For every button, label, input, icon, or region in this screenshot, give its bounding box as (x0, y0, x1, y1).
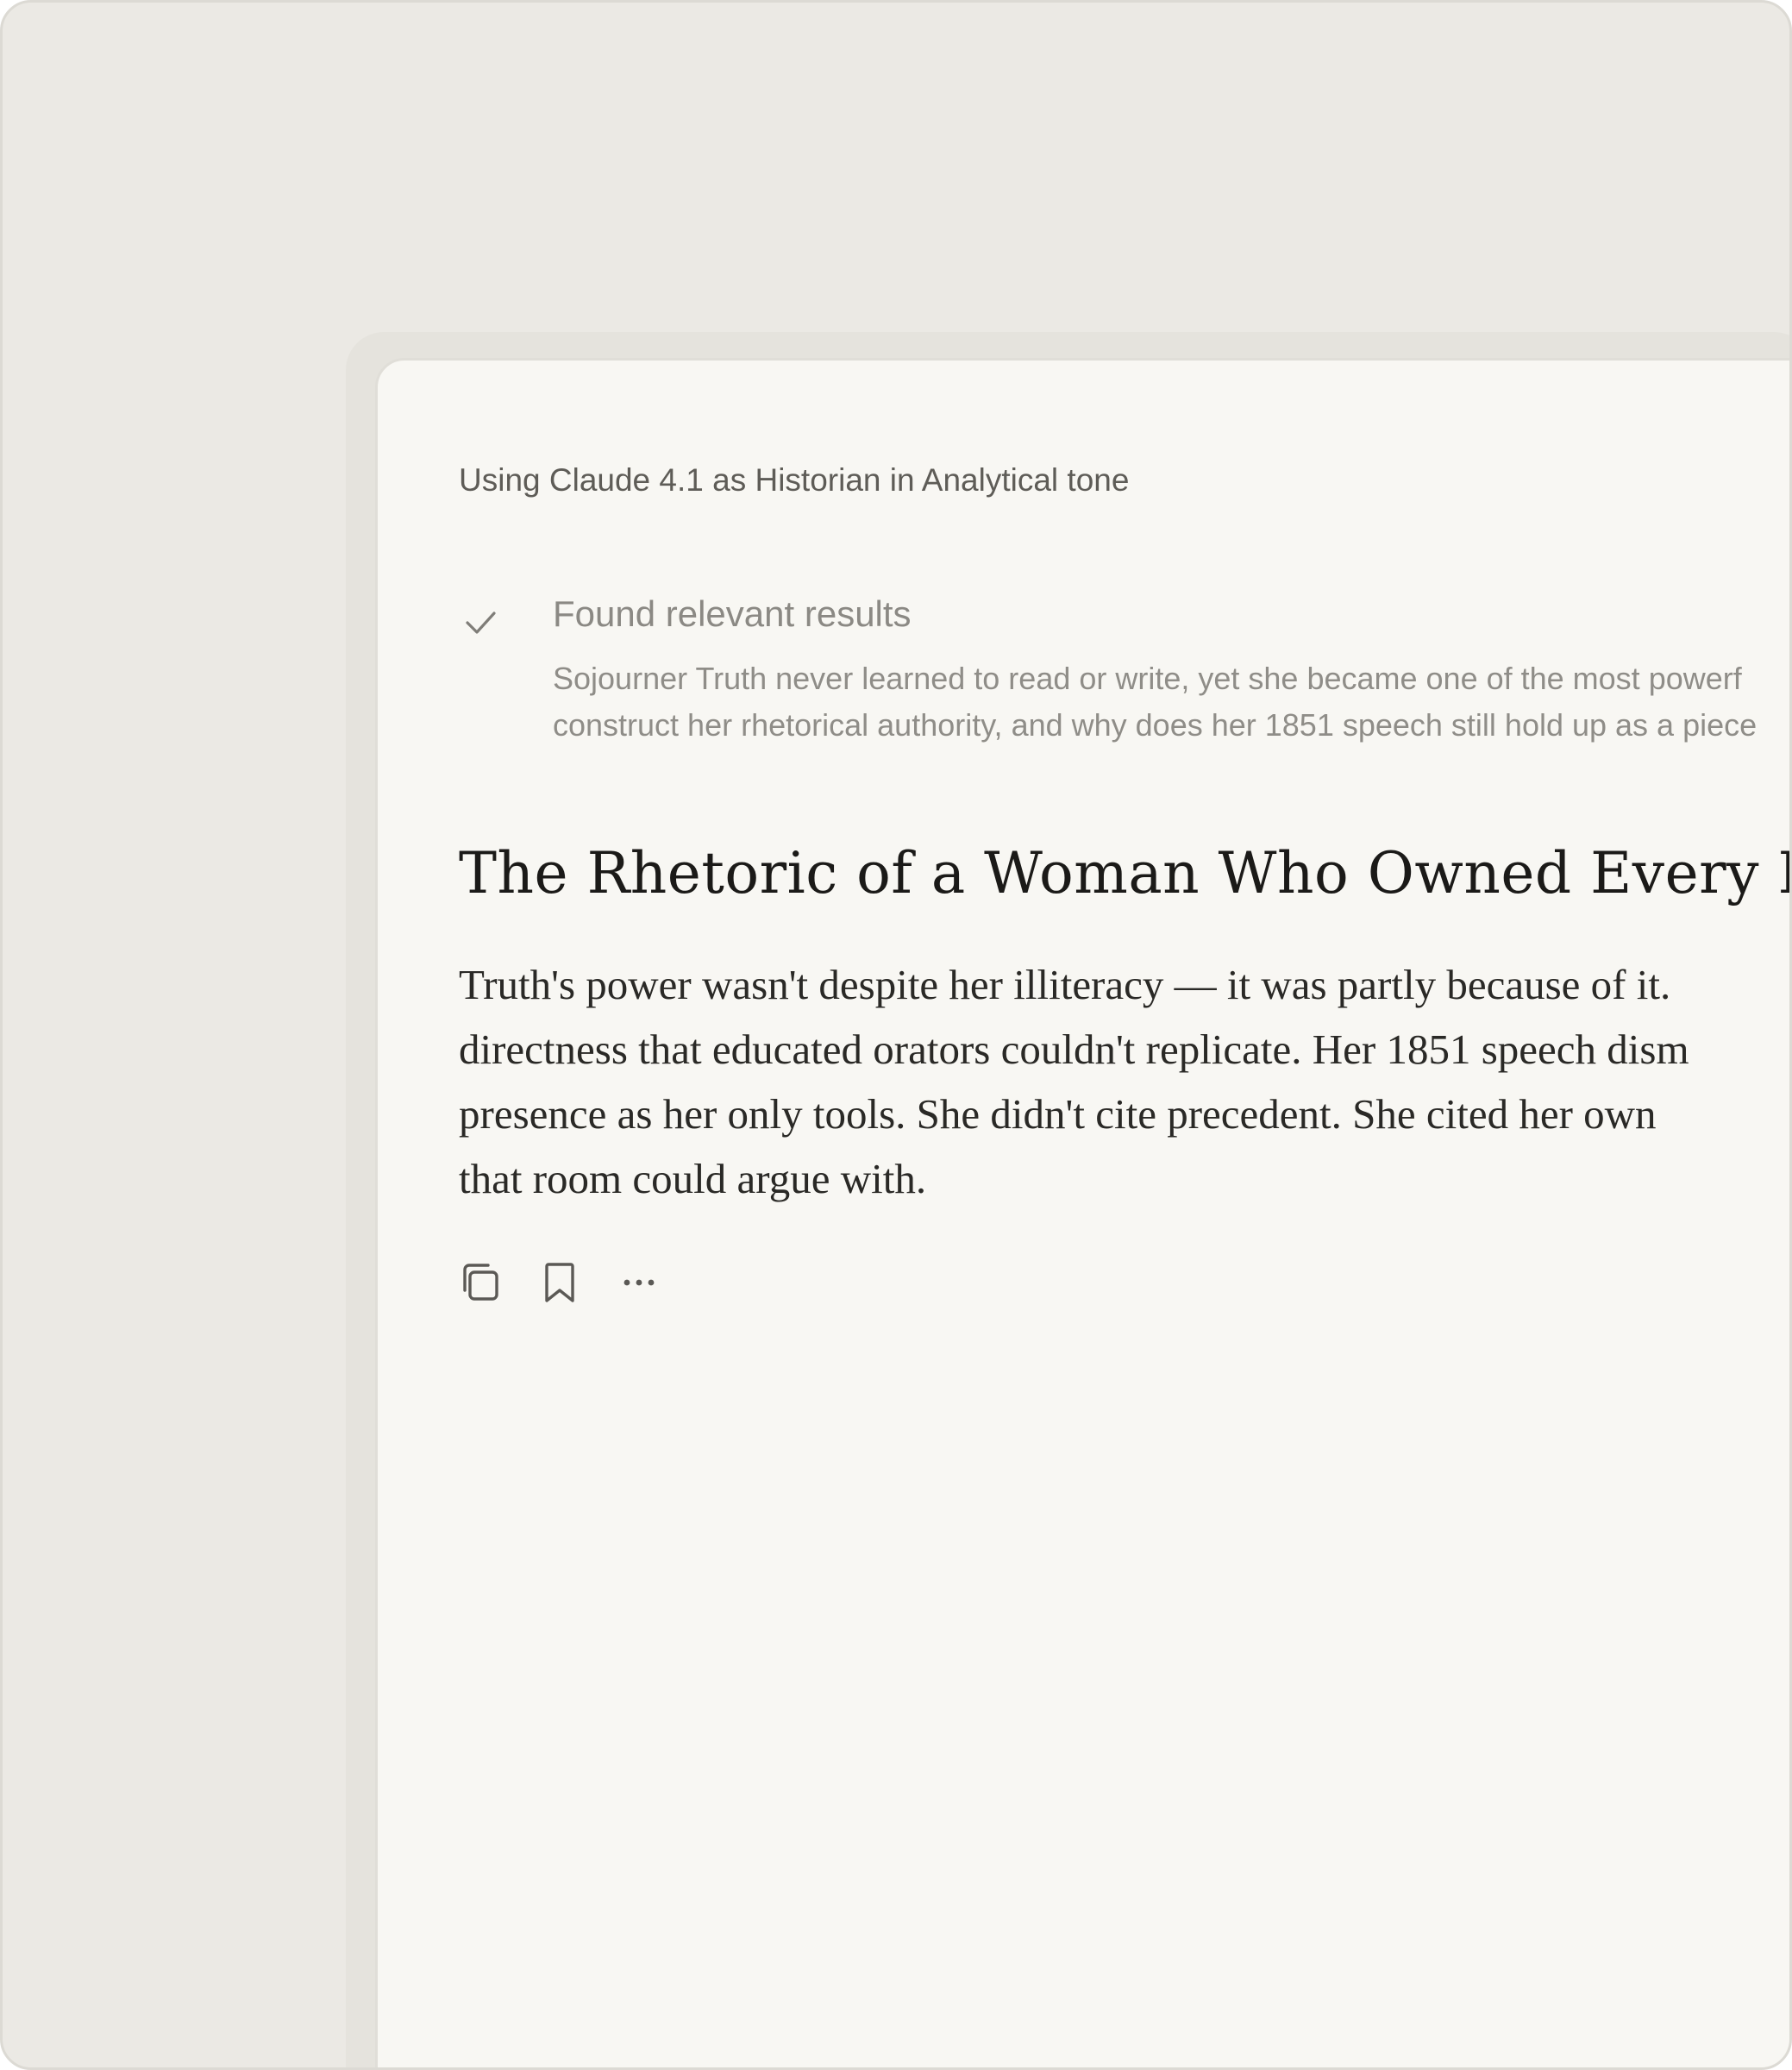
response-panel: Using Claude 4.1 as Historian in Analyti… (375, 358, 1792, 2067)
more-icon (623, 1279, 655, 1286)
status-title: Found relevant results (553, 593, 912, 634)
message-actions (459, 1252, 688, 1313)
bookmark-icon (545, 1263, 574, 1302)
copy-button[interactable] (450, 1252, 511, 1313)
model-meta-label: Using Claude 4.1 as Historian in Analyti… (459, 462, 1130, 498)
article-body: Truth's power wasn't despite her illiter… (459, 952, 1689, 1211)
article-body-line: that room could argue with. (459, 1155, 927, 1202)
status-description-line: Sojourner Truth never learned to read or… (553, 661, 1742, 696)
article-body-line: directness that educated orators couldn'… (459, 1026, 1689, 1073)
copy-icon (463, 1264, 498, 1301)
status-description-line: construct her rhetorical authority, and … (553, 707, 1758, 743)
check-icon (466, 612, 496, 634)
article-body-line: Truth's power wasn't despite her illiter… (459, 961, 1671, 1008)
status-description: Sojourner Truth never learned to read or… (553, 656, 1757, 749)
article-body-line: presence as her only tools. She didn't c… (459, 1090, 1657, 1138)
app-window: Using Claude 4.1 as Historian in Analyti… (0, 0, 1792, 2070)
bookmark-button[interactable] (529, 1252, 590, 1313)
more-options-button[interactable] (609, 1252, 669, 1313)
article-title: The Rhetoric of a Woman Who Owned Every … (459, 840, 1792, 906)
